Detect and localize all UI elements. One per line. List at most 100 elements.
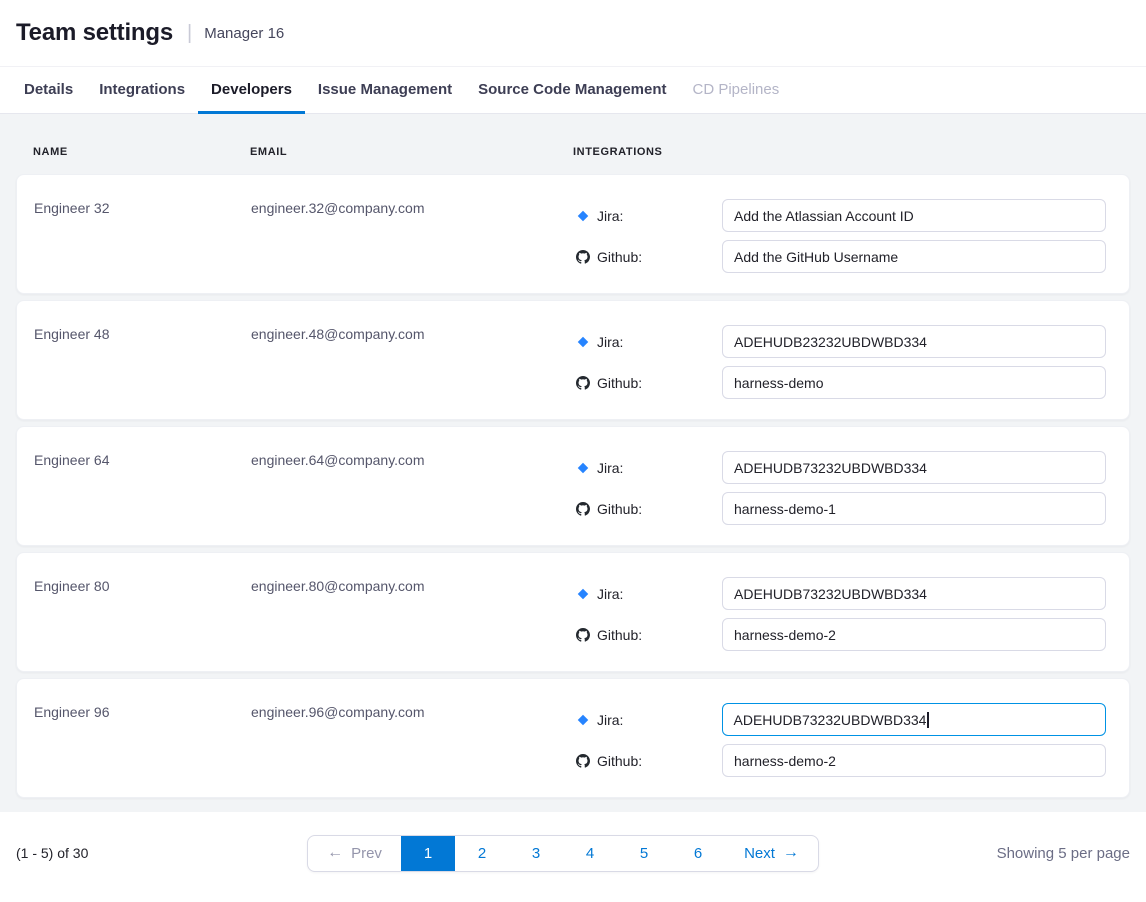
page-header: Team settings | Manager 16 [0,0,1146,67]
page-button-6[interactable]: 6 [671,836,725,871]
table-row: Engineer 96 engineer.96@company.com Jira… [16,678,1130,798]
github-input-value: harness-demo-1 [734,501,836,517]
jira-label: Jira: [597,334,623,350]
developer-email: engineer.32@company.com [251,175,574,293]
github-label: Github: [597,627,642,643]
jira-label: Jira: [597,712,623,728]
right-arrow-icon: → [783,845,799,861]
jira-integration-row: Jira: ADEHUDB73232UBDWBD334 [574,451,1106,484]
column-header-name: NAME [33,146,250,158]
github-username-input[interactable]: harness-demo [722,366,1106,399]
page-button-3[interactable]: 3 [509,836,563,871]
table-header-row: NAME EMAIL INTEGRATIONS [16,114,1130,174]
manager-name: Manager 16 [204,25,284,42]
github-icon [576,628,590,642]
next-page-button[interactable]: Next → [725,836,818,871]
github-icon [576,376,590,390]
github-username-input[interactable]: Add the GitHub Username [722,240,1106,273]
jira-icon [576,461,590,475]
jira-label-group: Jira: [574,208,722,224]
github-label: Github: [597,753,642,769]
github-integration-row: Github: harness-demo-1 [574,492,1106,525]
github-username-input[interactable]: harness-demo-2 [722,744,1106,777]
jira-account-input[interactable]: Add the Atlassian Account ID [722,199,1106,232]
developer-name: Engineer 32 [34,175,251,293]
page-range-summary: (1 - 5) of 30 [16,845,136,861]
jira-label-group: Jira: [574,586,722,602]
developer-email: engineer.80@company.com [251,553,574,671]
github-icon [576,250,590,264]
jira-icon [576,713,590,727]
integrations-cell: Jira: ADEHUDB73232UBDWBD334 Github: harn… [574,553,1106,671]
pager-control: ← Prev 1 2 3 4 5 6 Next → [307,835,819,872]
page-button-4[interactable]: 4 [563,836,617,871]
github-integration-row: Github: harness-demo-2 [574,618,1106,651]
jira-input-value: ADEHUDB73232UBDWBD334 [734,460,927,476]
tab-cd-pipelines: CD Pipelines [680,67,793,114]
developer-name: Engineer 96 [34,679,251,797]
github-label-group: Github: [574,501,722,517]
jira-account-input[interactable]: ADEHUDB73232UBDWBD334 [722,451,1106,484]
jira-input-value: ADEHUDB73232UBDWBD334 [734,586,927,602]
team-settings-page: Team settings | Manager 16 Details Integ… [0,0,1146,902]
github-integration-row: Github: harness-demo-2 [574,744,1106,777]
github-integration-row: Github: harness-demo [574,366,1106,399]
jira-label: Jira: [597,460,623,476]
github-input-value: harness-demo [734,375,824,391]
developer-name: Engineer 64 [34,427,251,545]
text-cursor [927,712,929,728]
left-arrow-icon: ← [327,845,343,861]
tab-bar: Details Integrations Developers Issue Ma… [0,67,1146,114]
integrations-cell: Jira: ADEHUDB23232UBDWBD334 Github: harn… [574,301,1106,419]
github-input-value: Add the GitHub Username [734,249,898,265]
github-username-input[interactable]: harness-demo-2 [722,618,1106,651]
integrations-cell: Jira: Add the Atlassian Account ID Githu… [574,175,1106,293]
column-header-email: EMAIL [250,146,573,158]
prev-page-button[interactable]: ← Prev [308,836,401,871]
github-label: Github: [597,249,642,265]
github-label: Github: [597,501,642,517]
github-icon [576,754,590,768]
prev-label: Prev [351,845,382,862]
tab-source-code-management[interactable]: Source Code Management [465,67,679,114]
developer-email: engineer.48@company.com [251,301,574,419]
jira-account-input-focused[interactable]: ADEHUDB73232UBDWBD334 [722,703,1106,736]
table-row: Engineer 80 engineer.80@company.com Jira… [16,552,1130,672]
jira-icon [576,335,590,349]
title-divider: | [187,22,192,45]
github-username-input[interactable]: harness-demo-1 [722,492,1106,525]
tab-developers[interactable]: Developers [198,67,305,114]
jira-account-input[interactable]: ADEHUDB23232UBDWBD334 [722,325,1106,358]
jira-input-value: Add the Atlassian Account ID [734,208,914,224]
table-row: Engineer 64 engineer.64@company.com Jira… [16,426,1130,546]
page-title: Team settings [16,19,173,47]
developer-email: engineer.96@company.com [251,679,574,797]
jira-label-group: Jira: [574,460,722,476]
tab-details[interactable]: Details [11,67,86,114]
pagination-bar: (1 - 5) of 30 ← Prev 1 2 3 4 5 6 Next → … [0,812,1146,902]
page-button-2[interactable]: 2 [455,836,509,871]
integrations-cell: Jira: ADEHUDB73232UBDWBD334 Github: harn… [574,679,1106,797]
developer-email: engineer.64@company.com [251,427,574,545]
jira-integration-row: Jira: ADEHUDB73232UBDWBD334 [574,703,1106,736]
per-page-text: Showing 5 per page [990,845,1130,862]
github-input-value: harness-demo-2 [734,627,836,643]
page-button-5[interactable]: 5 [617,836,671,871]
tab-issue-management[interactable]: Issue Management [305,67,465,114]
jira-integration-row: Jira: ADEHUDB73232UBDWBD334 [574,577,1106,610]
jira-input-value: ADEHUDB23232UBDWBD334 [734,334,927,350]
github-label-group: Github: [574,249,722,265]
tab-integrations[interactable]: Integrations [86,67,198,114]
github-label-group: Github: [574,375,722,391]
integrations-cell: Jira: ADEHUDB73232UBDWBD334 Github: harn… [574,427,1106,545]
jira-account-input[interactable]: ADEHUDB73232UBDWBD334 [722,577,1106,610]
page-button-1[interactable]: 1 [401,836,455,871]
jira-icon [576,209,590,223]
jira-label: Jira: [597,586,623,602]
jira-label-group: Jira: [574,334,722,350]
jira-input-value: ADEHUDB73232UBDWBD334 [734,712,927,728]
github-label: Github: [597,375,642,391]
github-label-group: Github: [574,627,722,643]
table-row: Engineer 32 engineer.32@company.com Jira… [16,174,1130,294]
github-label-group: Github: [574,753,722,769]
